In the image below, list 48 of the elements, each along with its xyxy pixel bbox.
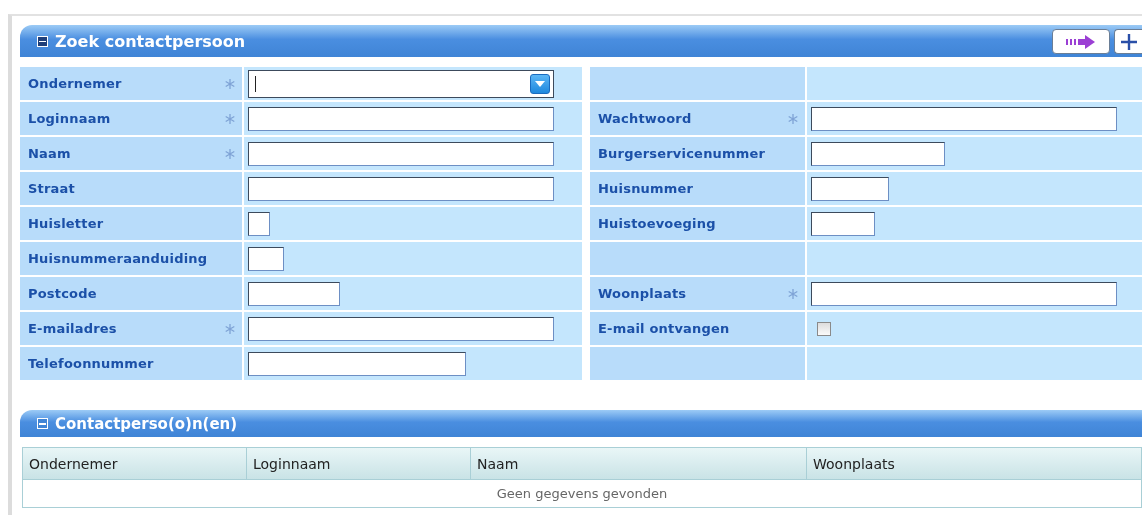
required-icon [787,287,799,300]
input-field[interactable] [811,176,889,201]
go-button[interactable] [1052,29,1110,54]
input-field[interactable] [811,141,945,166]
field-label: Wachtwoord [598,111,692,126]
add-button[interactable] [1114,29,1142,54]
input-field[interactable] [248,281,340,306]
input-field[interactable] [811,281,1117,306]
collapse-icon[interactable] [37,35,48,47]
column-header[interactable]: Woonplaats [807,448,1141,479]
required-icon [224,112,236,125]
input-field[interactable] [248,141,554,166]
empty-message: Geen gegevens gevonden [496,486,668,501]
plus-icon [1119,32,1138,51]
input-field[interactable] [248,176,554,201]
input-field[interactable] [248,106,554,131]
combo-box[interactable] [248,69,554,98]
field-label: E-mailadres [28,321,117,336]
required-icon [787,112,799,125]
input-field[interactable] [248,246,284,271]
input-field[interactable] [811,106,1117,131]
dropdown-icon[interactable] [530,73,550,94]
input-field[interactable] [811,211,875,236]
field-label: Huisletter [28,216,104,231]
field-label: Loginnaam [28,111,111,126]
field-label: Huistoevoeging [598,216,716,231]
required-icon [224,322,236,335]
field-label: Huisnummeraanduiding [28,251,208,266]
panel-title: Zoek contactpersoon [55,31,246,51]
required-icon [224,147,236,160]
column-header[interactable]: Loginnaam [247,448,471,479]
field-label: E-mail ontvangen [598,321,730,336]
checkbox[interactable] [817,321,831,336]
input-field[interactable] [248,211,270,236]
field-label: Postcode [28,286,97,301]
field-label: Huisnummer [598,181,694,196]
field-label: Woonplaats [598,286,687,301]
field-label: Telefoonnummer [28,356,154,371]
field-label: Straat [28,181,75,196]
field-label: Naam [28,146,71,161]
field-label: Burgerservicenummer [598,146,766,161]
column-header[interactable]: Naam [471,448,807,479]
field-label: Ondernemer [28,76,122,91]
required-icon [224,77,236,90]
input-field[interactable] [248,351,466,376]
panel-title: Contactperso(o)n(en) [55,414,238,433]
column-header[interactable]: Ondernemer [23,448,247,479]
input-field[interactable] [248,316,554,341]
